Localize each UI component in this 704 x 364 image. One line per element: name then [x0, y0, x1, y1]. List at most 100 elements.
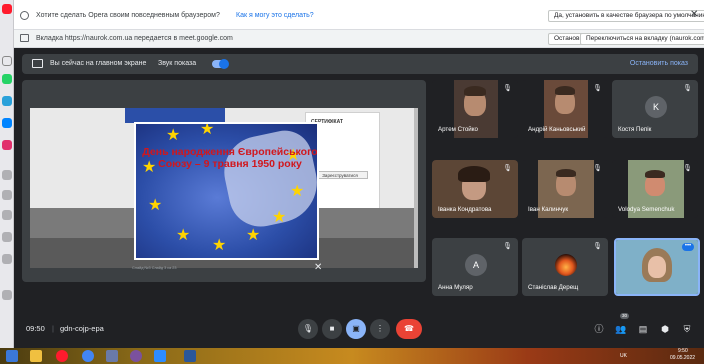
mic-off-icon: 🎙 — [683, 165, 692, 172]
more-button[interactable]: ⋮ — [370, 319, 390, 339]
heart-icon[interactable] — [2, 210, 12, 220]
mic-off-icon: 🎙 — [503, 165, 512, 172]
bookmarks-icon[interactable] — [2, 190, 12, 200]
participant-tile[interactable]: 🎙 Іван Калинчук — [522, 160, 608, 218]
participant-tile[interactable]: 🎙 Андрій Каньовський — [522, 80, 608, 138]
participant-tile[interactable]: K 🎙 Костя Пепік — [612, 80, 698, 138]
mic-off-icon: 🎙 — [503, 243, 512, 250]
video-hair — [555, 86, 575, 95]
shared-page-header — [125, 108, 225, 123]
participant-tile[interactable]: 🎙 Артем Стойко — [432, 80, 518, 138]
more-options-icon[interactable]: ••• — [682, 243, 694, 251]
word-icon[interactable] — [184, 350, 196, 362]
clock-date[interactable]: 09.05.2022 — [670, 355, 695, 361]
mic-off-icon: 🎙 — [683, 85, 692, 92]
video-hair — [645, 170, 665, 178]
shared-page-button: Зареєструватися — [312, 171, 368, 179]
mic-button[interactable]: 🎙 — [298, 319, 318, 339]
close-icon[interactable]: ✕ — [314, 263, 322, 273]
video-hair — [464, 86, 486, 96]
participant-tile[interactable]: 🎙 Volodya Semenchuk — [612, 160, 698, 218]
tab-share-icon — [20, 34, 29, 42]
speed-dial-icon[interactable] — [2, 56, 12, 66]
presenting-banner: Вы сейчас на главном экране Звук показа … — [22, 54, 698, 74]
infobar-help-link[interactable]: Как я могу это сделать? — [236, 12, 314, 19]
start-icon[interactable] — [6, 350, 18, 362]
whatsapp-icon[interactable] — [2, 74, 12, 84]
star-icon: ★ — [176, 227, 191, 244]
avatar: K — [645, 96, 667, 118]
people-icon[interactable]: 👥 — [614, 322, 628, 336]
more-icon: ⋮ — [376, 324, 384, 333]
clock-time[interactable]: 9:50 — [678, 348, 688, 354]
tab-sharing-message: Вкладка https://naurok.com.ua передается… — [36, 35, 233, 42]
hangup-icon: ☎ — [404, 324, 414, 333]
participant-tile[interactable]: 🎙 Іванка Кондратова — [432, 160, 518, 218]
set-default-button[interactable]: Да, установить в качестве браузера по ум… — [548, 10, 704, 22]
info-icon[interactable]: ⓘ — [592, 322, 606, 336]
self-view-tile[interactable]: ••• — [614, 238, 700, 296]
extensions-icon[interactable] — [2, 232, 12, 242]
participant-name: Станіслав Дерещ — [528, 284, 579, 291]
history-icon[interactable] — [2, 170, 12, 180]
star-icon: ★ — [148, 197, 163, 214]
participant-name: Volodya Semenchuk — [618, 206, 675, 213]
slide-image: ★ ★ ★ ★ ★ ★ ★ ★ ★ ★ День народження Євро… — [134, 122, 319, 260]
viber-icon[interactable] — [130, 350, 142, 362]
mic-off-icon: 🎙 — [503, 85, 512, 92]
participant-name: Костя Пепік — [618, 126, 652, 133]
people-count-badge: 30 — [620, 313, 630, 319]
app-icon[interactable] — [106, 350, 118, 362]
present-button[interactable]: ▣ — [346, 319, 366, 339]
slide-caption: Слайд №3 Слайд 3 из 23 — [132, 266, 177, 270]
star-icon: ★ — [246, 227, 261, 244]
close-icon[interactable]: ✕ — [690, 9, 698, 20]
presenting-text: Вы сейчас на главном экране — [50, 60, 147, 67]
star-icon: ★ — [200, 122, 215, 138]
meeting-code: gdn-cojp-epa — [60, 324, 104, 333]
messenger-icon[interactable] — [2, 118, 12, 128]
video-hair — [458, 166, 490, 182]
settings-icon[interactable] — [2, 254, 12, 264]
activities-icon[interactable]: ⬢ — [658, 322, 672, 336]
opera-logo-icon[interactable] — [2, 4, 12, 14]
mic-off-icon: 🎙 — [593, 243, 602, 250]
video-hair — [556, 169, 576, 177]
presentation-tile: СЕРТИФІКАТ Зареєструватися ★ ★ ★ ★ ★ ★ ★… — [22, 80, 426, 282]
windows-taskbar: UK 9:50 09.05.2022 — [0, 348, 704, 364]
instagram-icon[interactable] — [2, 140, 12, 150]
star-icon: ★ — [290, 183, 305, 200]
default-browser-infobar: Хотите сделать Opera своим повседневным … — [14, 0, 704, 30]
participant-tile[interactable]: 🎙 Станіслав Дерещ — [522, 238, 608, 296]
scrollbar[interactable] — [414, 108, 418, 268]
mic-off-icon: 🎙 — [593, 85, 602, 92]
mic-off-icon: 🎙 — [593, 165, 602, 172]
sound-label: Звук показа — [158, 60, 197, 67]
hangup-button[interactable]: ☎ — [396, 319, 422, 339]
file-explorer-icon[interactable] — [30, 350, 42, 362]
participant-name: Анна Муляр — [438, 284, 473, 291]
present-icon: ▣ — [352, 324, 360, 333]
sound-toggle[interactable] — [212, 59, 229, 69]
meet-window: Вы сейчас на главном экране Звук показа … — [14, 48, 704, 348]
host-controls-icon[interactable]: ⛨ — [680, 322, 694, 336]
telegram-icon[interactable] — [2, 96, 12, 106]
avatar — [555, 254, 577, 276]
zoom-icon[interactable] — [154, 350, 166, 362]
camera-button[interactable]: ■ — [322, 319, 342, 339]
europe-map — [217, 125, 317, 233]
participant-name: Андрій Каньовський — [528, 126, 586, 133]
participant-tile[interactable]: A 🎙 Анна Муляр — [432, 238, 518, 296]
star-icon: ★ — [212, 237, 227, 254]
meeting-time: 09:50 — [26, 324, 45, 333]
chat-icon[interactable]: ▤ — [636, 322, 650, 336]
language-indicator[interactable]: UK — [620, 353, 627, 359]
separator: | — [52, 324, 54, 333]
opera-icon[interactable] — [56, 350, 68, 362]
switch-tab-button[interactable]: Переключиться на вкладку (naurok.com.ua) — [580, 33, 704, 45]
stop-presenting-button[interactable]: Остановить показ — [630, 60, 688, 67]
opera-o-icon — [20, 11, 29, 20]
more-icon[interactable] — [2, 290, 12, 300]
infobar-message: Хотите сделать Opera своим повседневным … — [36, 12, 220, 19]
chrome-icon[interactable] — [82, 350, 94, 362]
